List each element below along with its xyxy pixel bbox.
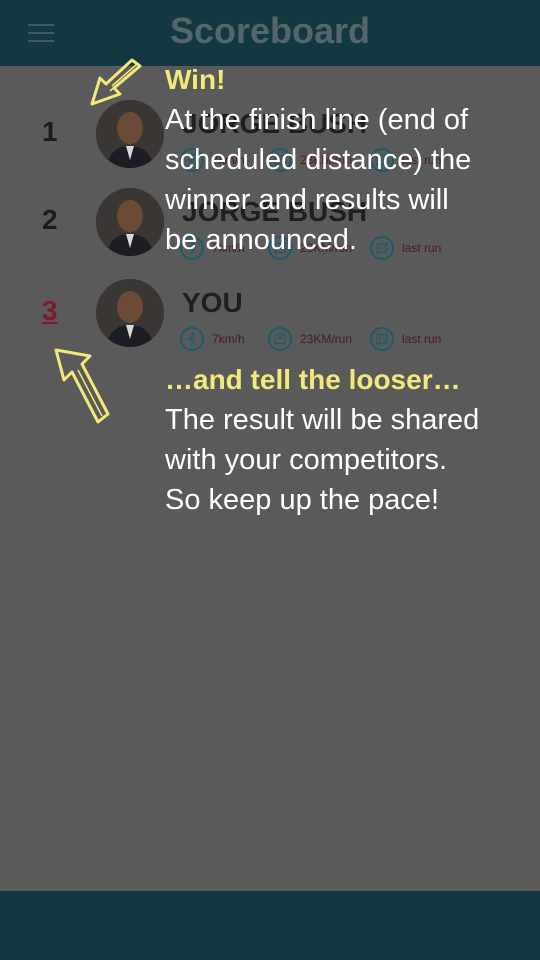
map-icon [370,236,394,260]
map-icon [370,327,394,351]
last-run-label: last run [402,332,442,346]
runner-icon [180,327,204,351]
win-line: be announced. [165,224,357,256]
page-title: Scoreboard [169,10,371,51]
speed-value: 7km/h [212,332,245,346]
win-heading: Win! [165,64,226,95]
win-line: At the finish line (end of [165,104,469,136]
loser-line: The result will be shared [165,404,480,436]
rank-number: 1 [42,116,58,147]
avatar [96,279,164,347]
avatar [96,188,164,256]
arrow-down-left-icon [90,58,142,106]
player-name: YOU [182,287,243,318]
win-line: winner and results will [165,184,449,216]
loser-heading: …and tell the looser… [165,364,461,395]
distance-value: 23KM/run [300,332,353,346]
win-line: scheduled distance) the [165,144,472,176]
rank-number: 2 [42,204,58,235]
top-bar: Scoreboard [0,0,540,66]
loser-line: with your competitors. [165,444,448,476]
last-run-label: last run [402,241,442,255]
speed-stat: 7km/h [180,325,245,353]
loser-line: So keep up the pace! [165,484,440,516]
distance-stat: 23KM/run [268,325,352,353]
last-run-stat: last run [370,234,441,262]
last-run-stat: last run [370,325,441,353]
bottom-bar [0,891,540,960]
map-pin-icon [268,327,292,351]
rank-number: 3 [42,295,58,326]
arrow-up-left-icon [54,348,110,424]
